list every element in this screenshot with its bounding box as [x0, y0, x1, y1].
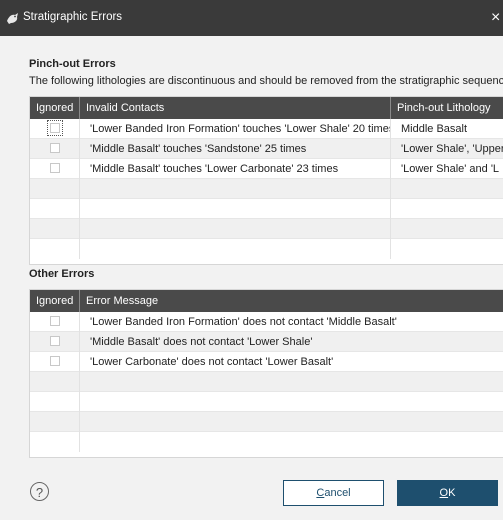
empty-row — [30, 219, 503, 239]
ignored-checkbox[interactable] — [50, 356, 60, 366]
table-row[interactable]: 'Lower Banded Iron Formation' does not c… — [30, 312, 503, 332]
invalid-contact-cell: 'Lower Banded Iron Formation' touches 'L… — [80, 119, 391, 139]
pinchout-lithology-cell: Middle Basalt — [401, 123, 468, 135]
column-header-ignored[interactable]: Ignored — [30, 97, 80, 119]
ignored-checkbox[interactable] — [47, 120, 63, 136]
error-message-cell: 'Lower Banded Iron Formation' does not c… — [90, 316, 397, 328]
help-circle-icon[interactable]: ? — [30, 482, 49, 501]
empty-row — [30, 412, 503, 432]
close-icon[interactable]: × — [491, 6, 503, 30]
invalid-contact-cell: 'Middle Basalt' touches 'Lower Carbonate… — [80, 159, 391, 179]
other-errors-table: Ignored Error Message 'Lower Banded Iron… — [29, 289, 503, 458]
empty-row — [30, 432, 503, 452]
empty-row — [30, 199, 503, 219]
column-header-ignored[interactable]: Ignored — [30, 290, 80, 312]
table-row[interactable]: 'Lower Carbonate' does not contact 'Lowe… — [30, 352, 503, 372]
ignored-checkbox[interactable] — [50, 143, 60, 153]
table-row[interactable]: 'Middle Basalt' touches 'Sandstone' 25 t… — [30, 139, 503, 159]
pinchout-table-header: Ignored Invalid Contacts Pinch-out Litho… — [30, 97, 503, 119]
table-row[interactable]: 'Middle Basalt' does not contact 'Lower … — [30, 332, 503, 352]
empty-row — [30, 372, 503, 392]
column-header-invalid-contacts[interactable]: Invalid Contacts — [80, 97, 391, 119]
error-message-cell: 'Lower Carbonate' does not contact 'Lowe… — [90, 356, 334, 368]
invalid-contact-cell: 'Middle Basalt' touches 'Sandstone' 25 t… — [80, 139, 391, 159]
ok-button[interactable]: OK — [397, 480, 498, 506]
empty-row — [30, 179, 503, 199]
pinchout-section-title: Pinch-out Errors — [29, 58, 116, 70]
ignored-checkbox[interactable] — [50, 316, 60, 326]
column-header-error-message[interactable]: Error Message — [80, 290, 503, 312]
other-errors-table-header: Ignored Error Message — [30, 290, 503, 312]
window-title: Stratigraphic Errors — [23, 11, 123, 23]
title-bar: Stratigraphic Errors × — [0, 0, 503, 36]
ignored-checkbox[interactable] — [50, 163, 60, 173]
table-row[interactable]: 'Middle Basalt' touches 'Lower Carbonate… — [30, 159, 503, 179]
pinchout-lithology-cell: 'Lower Shale' and 'L — [401, 163, 500, 175]
other-errors-section-title: Other Errors — [29, 268, 95, 280]
empty-row — [30, 392, 503, 412]
column-header-pinchout-lithology[interactable]: Pinch-out Lithology — [391, 97, 503, 119]
pinchout-description: The following lithologies are discontinu… — [29, 75, 503, 87]
leapfrog-icon — [7, 13, 18, 24]
table-row[interactable]: 'Lower Banded Iron Formation' touches 'L… — [30, 119, 503, 139]
error-message-cell: 'Middle Basalt' does not contact 'Lower … — [90, 336, 313, 348]
pinchout-table: Ignored Invalid Contacts Pinch-out Litho… — [29, 96, 503, 265]
cancel-button[interactable]: Cancel — [283, 480, 384, 506]
pinchout-lithology-cell: 'Lower Shale', 'Upper — [401, 143, 503, 155]
ignored-checkbox[interactable] — [50, 336, 60, 346]
empty-row — [30, 239, 503, 259]
